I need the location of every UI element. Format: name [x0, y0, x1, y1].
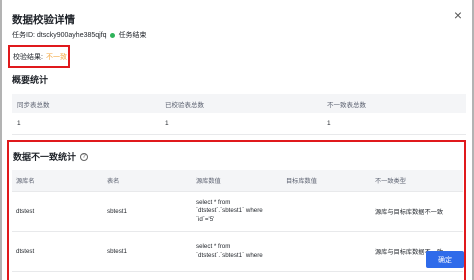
inconsistency-heading: 数据不一致统计 [13, 152, 77, 162]
dialog-title: 数据校验详情 [12, 14, 75, 26]
inconsistency-heading-wrap: 数据不一致统计 ? [13, 150, 89, 163]
table-row: dtstest sbtest1 select * from `dtstest`.… [12, 232, 463, 272]
inconsistency-section: 数据不一致统计 ? 源库名 表名 源库数值 目标库数值 不一致类型 dtstes… [7, 140, 466, 280]
table-header-cell: 源库名 [16, 178, 35, 185]
table-header-cell: 不一致类型 [375, 178, 406, 185]
status-dot-icon [109, 32, 115, 38]
table-cell-sql: select * from `dtstest`.`sbtest1` where … [196, 198, 263, 223]
summary-header-cell: 已校验表总数 [165, 101, 204, 109]
summary-value-cell: 1 [165, 120, 169, 127]
inconsistency-table: 源库名 表名 源库数值 目标库数值 不一致类型 dtstest sbtest1 … [12, 170, 463, 272]
table-header-cell: 目标库数值 [286, 178, 317, 185]
table-row: dtstest sbtest1 select * from `dtstest`.… [12, 192, 463, 232]
summary-value-cell: 1 [17, 120, 21, 127]
table-cell: sbtest1 [107, 208, 127, 215]
confirm-button[interactable]: 确定 [426, 251, 464, 268]
summary-value-cell: 1 [327, 120, 331, 127]
verify-result: 校验结果: 不一致 [8, 45, 70, 68]
table-cell: dtstest [16, 208, 35, 215]
task-status: 任务结束 [118, 32, 147, 39]
verify-result-label: 校验结果: [13, 53, 43, 61]
table-cell-sql: select * from `dtstest`.`sbtest1` where [196, 243, 263, 259]
summary-table: 同步表总数 已校验表总数 不一致表总数 1 1 1 [12, 94, 466, 135]
summary-heading: 概要统计 [12, 75, 49, 85]
table-cell: 源库与目标库数据不一致 [375, 209, 444, 216]
summary-value-row: 1 1 1 [12, 113, 466, 135]
data-verify-dialog: 数据校验详情 × 任务ID: dtscky900ayhe385qjfq 任务结束… [2, 0, 472, 280]
verify-result-value: 不一致 [45, 53, 67, 61]
summary-header-cell: 同步表总数 [17, 101, 50, 109]
summary-header-row: 同步表总数 已校验表总数 不一致表总数 [12, 94, 466, 113]
table-cell: sbtest1 [107, 248, 127, 255]
table-header-row: 源库名 表名 源库数值 目标库数值 不一致类型 [12, 170, 463, 192]
question-circle-icon[interactable]: ? [80, 152, 89, 161]
table-cell: dtstest [16, 248, 35, 255]
task-id: 任务ID: dtscky900ayhe385qjfq [12, 32, 107, 39]
task-info: 任务ID: dtscky900ayhe385qjfq 任务结束 [12, 30, 147, 40]
table-header-cell: 表名 [107, 178, 120, 185]
close-icon[interactable]: × [454, 8, 462, 22]
summary-header-cell: 不一致表总数 [327, 101, 366, 109]
table-header-cell: 源库数值 [196, 178, 221, 185]
